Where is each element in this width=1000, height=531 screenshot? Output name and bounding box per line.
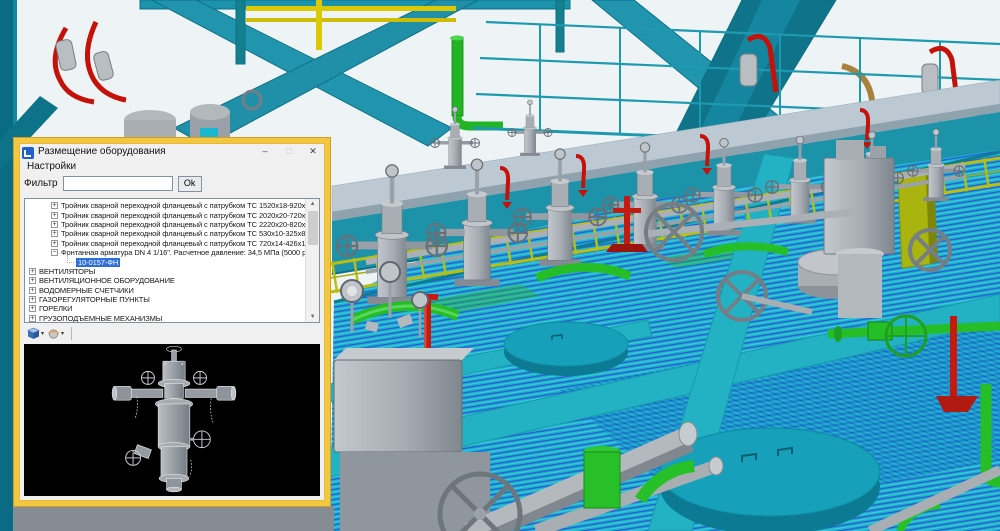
tree-expander-icon[interactable]: + (51, 221, 58, 228)
cube-3d-icon (27, 327, 40, 340)
filter-ok-button[interactable]: Ok (178, 176, 202, 192)
toolbar-separator (71, 327, 72, 340)
tree-row[interactable]: +Тройник сварной переходной фланцевый с … (25, 210, 306, 219)
scroll-down-icon[interactable]: ▼ (310, 312, 316, 322)
close-button[interactable]: ✕ (304, 145, 322, 158)
tree-expander-icon[interactable]: − (51, 249, 58, 256)
tree-row[interactable]: +Тройник сварной переходной фланцевый с … (25, 229, 306, 238)
tree-expander-icon[interactable]: + (29, 287, 36, 294)
tree-item-label[interactable]: ВЕНТИЛЯТОРЫ (39, 267, 95, 276)
equipment-placement-window: Размещение оборудования – □ ✕ Настройки … (14, 138, 330, 506)
tree-expander-icon[interactable]: + (29, 268, 36, 275)
titlebar[interactable]: Размещение оборудования – □ ✕ (19, 143, 325, 159)
tree-item-label[interactable]: ГРУЗОПОДЪЕМНЫЕ МЕХАНИЗМЫ (39, 314, 162, 322)
tree-expander-icon[interactable]: + (29, 277, 36, 284)
dropdown-arrow-icon: ▾ (41, 330, 44, 337)
tree-item-label[interactable]: Тройник сварной переходной фланцевый с п… (61, 239, 306, 248)
tree-connector (67, 255, 74, 263)
filter-row: Фильтр Ok (19, 174, 325, 193)
tree-expander-icon[interactable]: + (51, 240, 58, 247)
tree-row[interactable]: +Тройник сварной переходной фланцевый с … (25, 239, 306, 248)
equipment-tree[interactable]: +Тройник сварной переходной фланцевый с … (24, 198, 320, 323)
dropdown-arrow-icon: ▾ (61, 330, 64, 337)
tree-row[interactable]: +Тройник сварной переходной фланцевый с … (25, 220, 306, 229)
menubar: Настройки (19, 159, 325, 174)
tree-row[interactable]: +ВЕНТИЛЯТОРЫ (25, 267, 306, 276)
tree-row[interactable]: +ГРУЗОПОДЪЕМНЫЕ МЕХАНИЗМЫ (25, 314, 306, 322)
orbit-view-icon (47, 327, 60, 340)
tree-expander-icon[interactable]: + (29, 296, 36, 303)
tree-row[interactable]: +ГАЗОРЕГУЛЯТОРНЫЕ ПУНКТЫ (25, 295, 306, 304)
tree-expander-icon[interactable]: + (29, 315, 36, 322)
tree-expander-icon[interactable]: + (51, 230, 58, 237)
tree-item-label[interactable]: Тройник сварной переходной фланцевый с п… (61, 220, 306, 229)
tree-item-label[interactable]: Фонтанная арматура DN 4 1/16". Расчетное… (61, 248, 306, 257)
scroll-up-icon[interactable]: ▲ (310, 199, 316, 209)
tree-row[interactable]: +ВОДОМЕРНЫЕ СЧЕТЧИКИ (25, 286, 306, 295)
tree-item-label[interactable]: Тройник сварной переходной фланцевый с п… (61, 229, 306, 238)
tree-item-label[interactable]: ГАЗОРЕГУЛЯТОРНЫЕ ПУНКТЫ (39, 295, 150, 304)
filter-input[interactable] (63, 176, 173, 191)
minimize-button[interactable]: – (256, 145, 274, 158)
tree-row[interactable]: +ГОРЕЛКИ (25, 304, 306, 313)
orbit-view-button[interactable]: ▾ (46, 326, 65, 341)
app-icon (22, 146, 34, 158)
tree-item-label[interactable]: ВОДОМЕРНЫЕ СЧЕТЧИКИ (39, 286, 134, 295)
tree-item-label[interactable]: Тройник сварной переходной фланцевый с п… (61, 201, 306, 210)
maximize-button[interactable]: □ (280, 145, 298, 158)
tree-row[interactable]: +Тройник сварной переходной фланцевый с … (25, 201, 306, 210)
tree-item-label[interactable]: ГОРЕЛКИ (39, 304, 72, 313)
tree-row-selected[interactable]: 10-0157-ФН (25, 257, 306, 266)
tree-item-label[interactable]: ВЕНТИЛЯЦИОННОЕ ОБОРУДОВАНИЕ (39, 276, 175, 285)
tree-expander-icon[interactable]: + (51, 202, 58, 209)
tree-expander-icon[interactable]: + (29, 305, 36, 312)
tree-row[interactable]: +ВЕНТИЛЯЦИОННОЕ ОБОРУДОВАНИЕ (25, 276, 306, 285)
wellhead-model (24, 344, 320, 496)
scrollbar-thumb[interactable] (308, 211, 318, 245)
model-preview[interactable] (24, 344, 320, 496)
tree-expander-icon[interactable]: + (51, 212, 58, 219)
menu-settings[interactable]: Настройки (24, 161, 79, 172)
tree-item-label[interactable]: 10-0157-ФН (76, 258, 120, 267)
window-title: Размещение оборудования (38, 146, 256, 157)
tree-item-label[interactable]: Тройник сварной переходной фланцевый с п… (61, 211, 306, 220)
filter-label: Фильтр (24, 178, 58, 189)
preview-toolbar: ▾ ▾ (24, 325, 320, 342)
view-mode-button[interactable]: ▾ (26, 326, 45, 341)
